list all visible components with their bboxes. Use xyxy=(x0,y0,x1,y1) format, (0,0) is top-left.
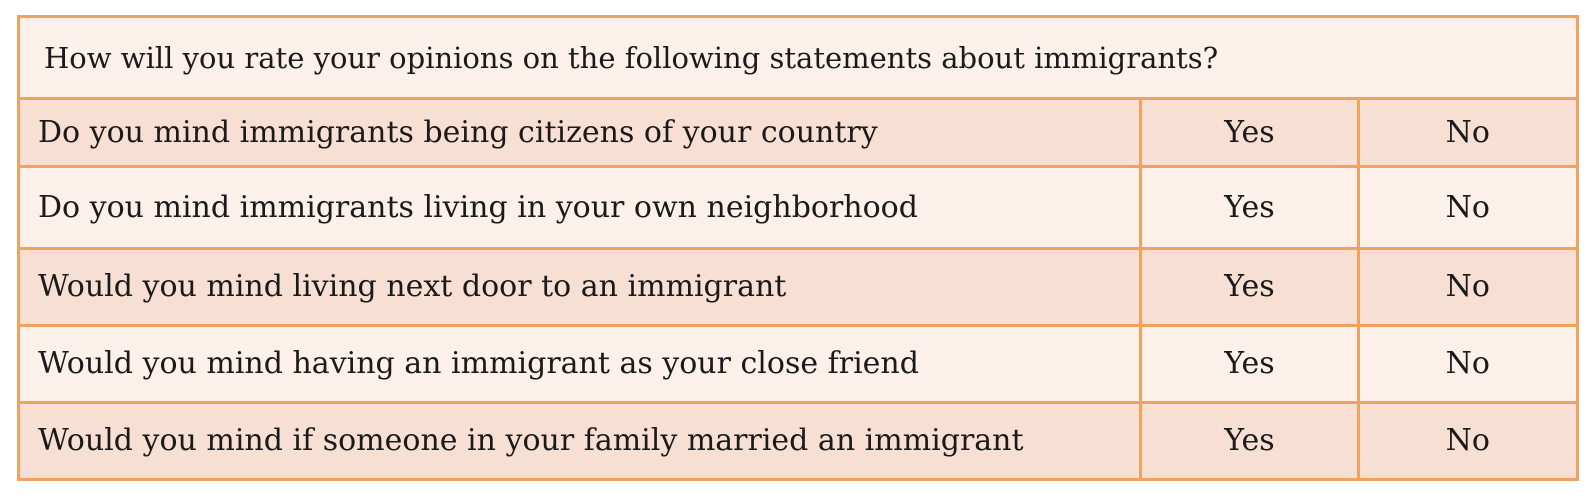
question-text: Would you mind having an immigrant as yo… xyxy=(16,323,1143,404)
survey-header: How will you rate your opinions on the f… xyxy=(17,14,1579,101)
question-text: Would you mind if someone in your family… xyxy=(16,400,1143,482)
yes-option[interactable]: Yes xyxy=(1139,323,1360,404)
no-option[interactable]: No xyxy=(1356,400,1580,482)
no-option[interactable]: No xyxy=(1356,97,1580,168)
yes-option[interactable]: Yes xyxy=(1139,247,1360,327)
question-text: Would you mind living next door to an im… xyxy=(16,247,1143,327)
question-text: Do you mind immigrants being citizens of… xyxy=(16,97,1143,168)
no-option[interactable]: No xyxy=(1356,323,1580,404)
table-row: Do you mind immigrants being citizens of… xyxy=(16,97,1580,168)
yes-option[interactable]: Yes xyxy=(1139,164,1360,251)
no-option[interactable]: No xyxy=(1356,247,1580,327)
yes-option[interactable]: Yes xyxy=(1139,400,1360,482)
table-row: Would you mind living next door to an im… xyxy=(16,247,1580,327)
question-text: Do you mind immigrants living in your ow… xyxy=(16,164,1143,251)
yes-option[interactable]: Yes xyxy=(1139,97,1360,168)
table-row: Do you mind immigrants living in your ow… xyxy=(16,164,1580,251)
table-row: Would you mind if someone in your family… xyxy=(16,400,1580,482)
survey-table: How will you rate your opinions on the f… xyxy=(16,14,1580,482)
no-option[interactable]: No xyxy=(1356,164,1580,251)
header-row: How will you rate your opinions on the f… xyxy=(17,14,1579,101)
table-row: Would you mind having an immigrant as yo… xyxy=(16,323,1580,404)
